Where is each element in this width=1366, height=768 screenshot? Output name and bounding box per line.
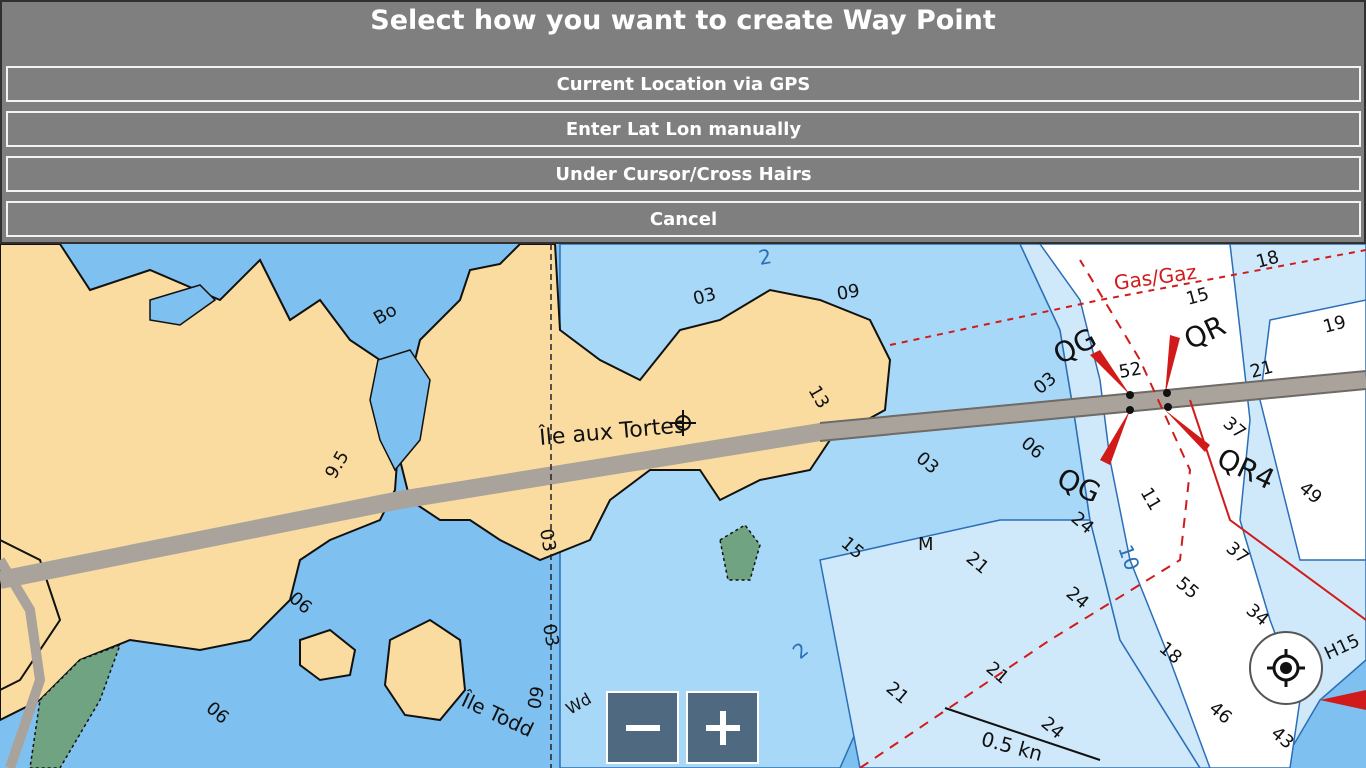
sounding: 52 bbox=[1117, 358, 1143, 383]
zoom-out-button[interactable] bbox=[606, 691, 679, 764]
zoom-in-button[interactable] bbox=[686, 691, 759, 764]
under-cursor-button[interactable]: Under Cursor/Cross Hairs bbox=[6, 156, 1361, 192]
create-waypoint-dialog: Select how you want to create Way Point … bbox=[0, 0, 1366, 244]
label-m: M bbox=[918, 534, 934, 555]
navaid-dot bbox=[1126, 406, 1134, 414]
locate-me-button[interactable] bbox=[1249, 631, 1323, 705]
cancel-button[interactable]: Cancel bbox=[6, 201, 1361, 237]
gps-target-icon bbox=[1267, 649, 1305, 687]
plus-icon-vertical bbox=[720, 711, 726, 745]
navaid-dot bbox=[1164, 403, 1172, 411]
sounding: 09 bbox=[524, 685, 549, 711]
sounding: 03 bbox=[535, 527, 560, 553]
navaid-dot bbox=[1163, 389, 1171, 397]
crosshair-cursor-icon bbox=[670, 410, 696, 436]
navaid-dot bbox=[1126, 391, 1134, 399]
current-location-gps-button[interactable]: Current Location via GPS bbox=[6, 66, 1361, 102]
sounding: 09 bbox=[835, 280, 861, 305]
minus-icon bbox=[626, 725, 660, 731]
enter-lat-lon-button[interactable]: Enter Lat Lon manually bbox=[6, 111, 1361, 147]
dialog-title: Select how you want to create Way Point bbox=[370, 5, 996, 36]
sounding: 03 bbox=[538, 622, 563, 648]
